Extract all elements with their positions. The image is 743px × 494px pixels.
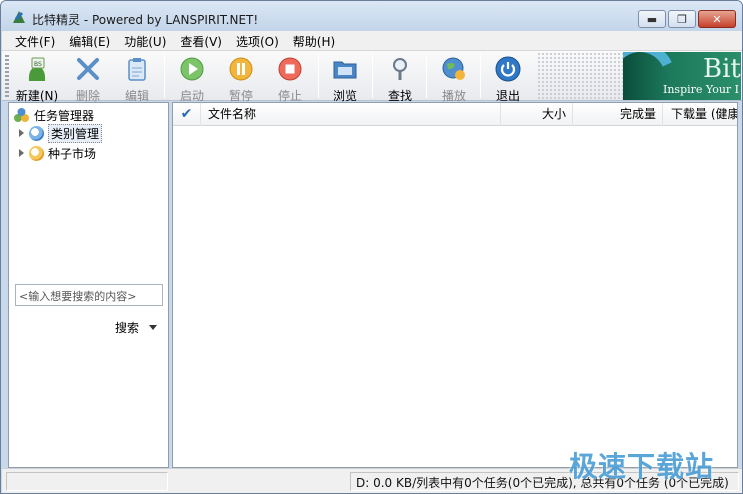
expand-arrow-icon[interactable] [19,129,24,137]
tree-item-category-management[interactable]: 类别管理 [19,123,103,143]
seed-market-icon [29,145,44,161]
start-button[interactable]: 启动 [169,54,215,103]
tree-item-seed-market[interactable]: 种子市场 [19,144,96,162]
category-tree-pane: 任务管理器 类别管理 种子市场 <输入想要搜索的内容> 搜索 [8,102,169,468]
exit-button[interactable]: 退出 [485,54,531,103]
column-header-completed[interactable]: 完成量 [573,103,663,126]
banner-brand-text: Bit [703,54,741,84]
menu-help[interactable]: 帮助(H) [293,31,335,50]
find-button[interactable]: 查找 [377,54,423,103]
minimize-button[interactable]: ▬ [638,10,666,28]
column-header-size[interactable]: 大小 [501,103,573,126]
tree-item-label: 种子市场 [48,146,97,161]
stop-icon [278,57,302,81]
search-button[interactable]: 搜索 [115,319,158,336]
new-task-icon: BS [28,57,46,81]
title-bar[interactable]: 比特精灵 - Powered by LANSPIRIT.NET! ▬ ❐ ✕ [1,1,742,31]
list-header: ✔ 文件名称 大小 完成量 下载量 (健康 [173,103,737,126]
menu-view[interactable]: 查看(V) [180,31,222,50]
toolbar-separator [480,54,481,98]
banner-tagline: Inspire Your I [663,83,740,96]
new-task-button[interactable]: BS 新建(N) [12,54,62,103]
status-cell-left [6,472,168,491]
toolbar-separator [318,54,319,98]
toolbar-separator [426,54,427,98]
menu-function[interactable]: 功能(U) [124,31,166,50]
stop-button[interactable]: 停止 [267,54,313,103]
clipboard-edit-icon [128,58,146,81]
brand-banner[interactable]: Bit Inspire Your I [623,52,741,100]
column-header-file-name[interactable]: 文件名称 [201,103,501,126]
edit-button[interactable]: 编辑 [114,54,160,103]
toolbar-grip[interactable] [5,55,9,97]
toolbar-dot-pattern [537,52,623,100]
app-logo-icon [13,11,25,23]
expand-arrow-icon[interactable] [19,149,24,157]
task-manager-icon [14,108,29,122]
window-title: 比特精灵 - Powered by LANSPIRIT.NET! [32,13,259,27]
close-button[interactable]: ✕ [698,10,736,28]
delete-button[interactable]: 删除 [65,54,111,103]
menu-edit[interactable]: 编辑(E) [69,31,110,50]
power-icon [495,56,521,82]
browse-button[interactable]: 浏览 [322,54,368,103]
pause-button[interactable]: 暂停 [218,54,264,103]
delete-x-icon [77,58,99,80]
chevron-down-icon[interactable] [149,325,158,330]
menu-file[interactable]: 文件(F) [15,31,55,50]
maximize-button[interactable]: ❐ [668,10,696,28]
tree-item-label: 类别管理 [48,123,103,143]
app-window: 比特精灵 - Powered by LANSPIRIT.NET! ▬ ❐ ✕ 文… [0,0,743,494]
search-input[interactable]: <输入想要搜索的内容> [15,284,163,306]
play-media-button[interactable]: 播放 [431,54,477,103]
menu-options[interactable]: 选项(O) [236,31,279,50]
search-button-label: 搜索 [115,321,140,335]
globe-play-icon [442,57,465,80]
category-globe-icon [29,125,44,141]
menu-bar: 文件(F) 编辑(E) 功能(U) 查看(V) 选项(O) 帮助(H) [2,31,742,50]
toolbar: BS 新建(N) 删除 编辑 启动 暂停 停止 浏览 查找 播放 退出 Bit … [2,50,742,103]
task-list: ✔ 文件名称 大小 完成量 下载量 (健康 [172,102,738,468]
play-icon [180,57,204,81]
folder-browse-icon [333,61,357,79]
magnifier-icon [393,58,407,80]
toolbar-separator [372,54,373,98]
column-header-check[interactable]: ✔ [173,103,201,126]
tree-root-task-manager[interactable]: 任务管理器 [13,106,94,124]
tree-root-label: 任务管理器 [34,108,95,123]
toolbar-separator [164,54,165,98]
svg-text:BS: BS [34,61,42,68]
column-header-downloaded[interactable]: 下载量 (健康 [663,103,737,126]
pause-icon [229,57,253,81]
watermark-text: 极速下载站 [569,450,715,483]
